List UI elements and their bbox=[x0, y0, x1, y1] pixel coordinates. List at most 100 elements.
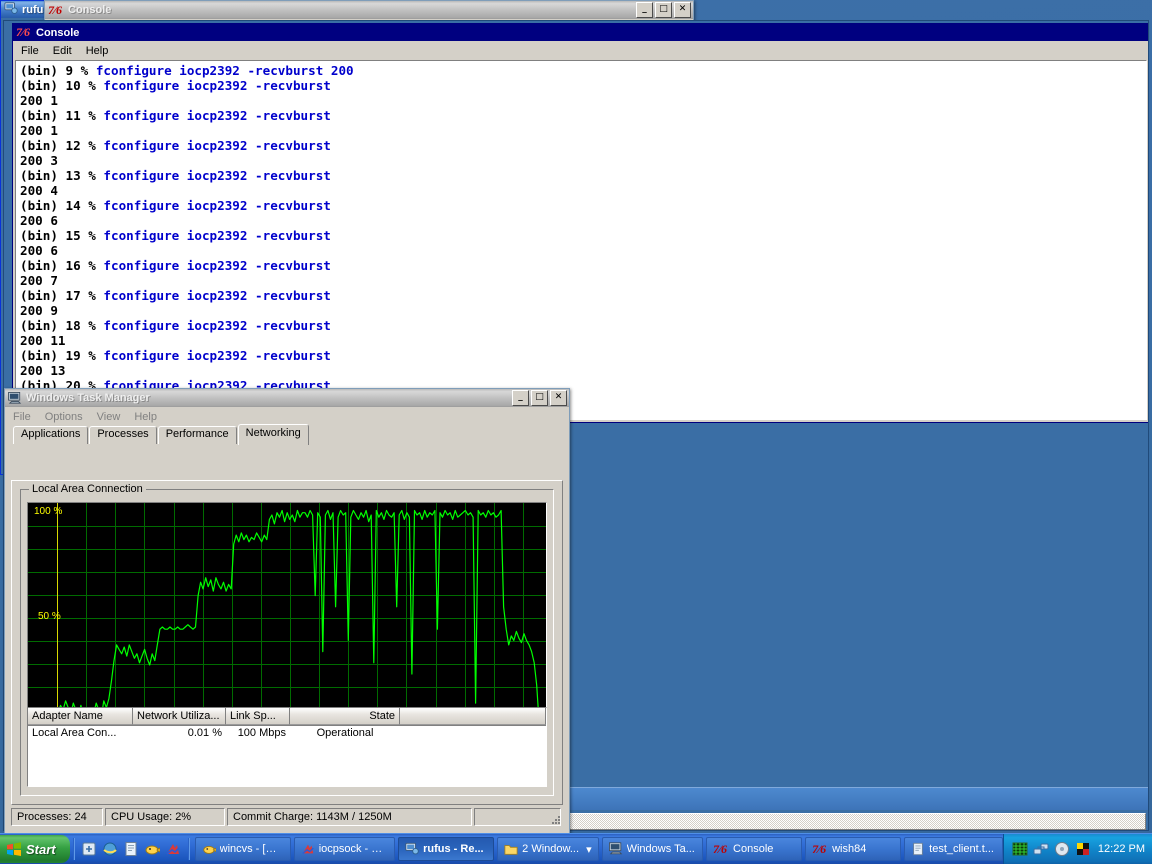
taskbar-item-wincvs[interactable]: wincvs - [C:... bbox=[194, 837, 291, 861]
terminal-line: (bin) 12 % fconfigure iocp2392 -recvburs… bbox=[20, 138, 1146, 153]
chevron-down-icon[interactable]: ▾ bbox=[586, 843, 592, 856]
status-processes: Processes: 24 bbox=[11, 808, 103, 826]
folder-icon bbox=[504, 842, 518, 856]
menu-file[interactable]: File bbox=[15, 44, 45, 58]
terminal-token: fconfigure iocp2392 -recvburst 200 bbox=[95, 63, 354, 78]
terminal-token: 200 3 bbox=[20, 153, 58, 168]
network-connection-tray-icon[interactable] bbox=[1033, 841, 1049, 857]
desktop[interactable]: Ethe... Shortcut to Local D... My Ne... … bbox=[0, 0, 1152, 834]
taskbar-item-iocpsock[interactable]: iocpsock - M... bbox=[293, 837, 396, 861]
task-manager-window[interactable]: Windows Task Manager _ □ ✕ File Options … bbox=[4, 388, 570, 834]
networking-tab-panel: Local Area Connection 100 % 50 % 0 % Ada… bbox=[11, 480, 563, 805]
remote-desktop-icon bbox=[4, 1, 18, 18]
network-monitor-tray-icon[interactable] bbox=[1012, 841, 1028, 857]
resize-grip-icon[interactable] bbox=[548, 812, 562, 826]
taskbar-item-test-client[interactable]: test_client.t... bbox=[904, 837, 1003, 861]
tab-applications[interactable]: Applications bbox=[13, 426, 89, 444]
console-title: Console bbox=[68, 4, 112, 16]
taskbar[interactable]: Start wincvs - [C:... iocpsock - M... ru… bbox=[0, 833, 1152, 864]
terminal-token: 200 4 bbox=[20, 183, 58, 198]
taskbar-item-window-group[interactable]: 2 Window... ▾ bbox=[497, 837, 599, 861]
column-network-utilization[interactable]: Network Utiliza... bbox=[133, 708, 226, 725]
terminal-token: fconfigure iocp2392 -recvburst bbox=[103, 318, 331, 333]
tcl-icon: 7⁄6 bbox=[48, 2, 63, 17]
taskbar-separator bbox=[72, 838, 74, 860]
close-button[interactable]: ✕ bbox=[550, 390, 567, 406]
tab-processes[interactable]: Processes bbox=[89, 426, 157, 444]
taskbar-item-label: wincvs - [C:... bbox=[219, 843, 284, 855]
menu-file[interactable]: File bbox=[7, 410, 37, 424]
wincvs-icon[interactable] bbox=[144, 841, 161, 857]
remote-console-window[interactable]: 7⁄6 Console File Edit Help (bin) 9 % fco… bbox=[12, 23, 1148, 423]
taskbar-item-console[interactable]: 7⁄6 Console bbox=[706, 837, 803, 861]
taskbar-item-label: rufus - Re... bbox=[423, 843, 484, 855]
local-area-connection-group: Local Area Connection 100 % 50 % 0 % Ada… bbox=[20, 483, 554, 796]
terminal-token: 200 6 bbox=[20, 243, 58, 258]
terminal-token: (bin) 14 % bbox=[20, 198, 104, 213]
table-row[interactable]: Local Area Con... 0.01 % 100 Mbps Operat… bbox=[28, 726, 546, 742]
column-link-speed[interactable]: Link Sp... bbox=[226, 708, 290, 725]
menu-options[interactable]: Options bbox=[39, 410, 89, 424]
notepad-icon[interactable] bbox=[123, 841, 139, 857]
terminal-token: (bin) 19 % bbox=[20, 348, 104, 363]
status-commit-charge: Commit Charge: 1143M / 1250M bbox=[227, 808, 472, 826]
taskbar-window-list[interactable]: wincvs - [C:... iocpsock - M... rufus - … bbox=[192, 837, 1003, 861]
minimize-button[interactable]: _ bbox=[512, 390, 529, 406]
terminal-line: (bin) 19 % fconfigure iocp2392 -recvburs… bbox=[20, 348, 1146, 363]
column-state[interactable]: State bbox=[290, 708, 400, 725]
column-adapter-name[interactable]: Adapter Name bbox=[28, 708, 133, 725]
task-manager-titlebar[interactable]: Windows Task Manager _ □ ✕ bbox=[5, 389, 569, 407]
remote-console-titlebar[interactable]: 7⁄6 Console bbox=[13, 24, 1148, 41]
terminal-token: fconfigure iocp2392 -recvburst bbox=[103, 138, 331, 153]
remote-console-client-area[interactable]: (bin) 9 % fconfigure iocp2392 -recvburst… bbox=[15, 60, 1147, 420]
menu-help[interactable]: Help bbox=[128, 410, 163, 424]
tcl-icon: 7⁄6 bbox=[713, 841, 728, 856]
internet-explorer-icon[interactable] bbox=[102, 841, 118, 857]
cell-link-speed: 100 Mbps bbox=[237, 727, 286, 739]
taskbar-item-label: Windows Ta... bbox=[626, 843, 695, 855]
menu-edit[interactable]: Edit bbox=[47, 44, 78, 58]
group-title: Local Area Connection bbox=[29, 483, 146, 495]
show-desktop-icon[interactable] bbox=[81, 841, 97, 857]
terminal-line: (bin) 14 % fconfigure iocp2392 -recvburs… bbox=[20, 198, 1146, 213]
taskbar-item-wish84[interactable]: 7⁄6 wish84 bbox=[805, 837, 902, 861]
terminal-line: 200 3 bbox=[20, 153, 1146, 168]
clock[interactable]: 12:22 PM bbox=[1098, 843, 1145, 855]
cell-network-utilization: 0.01 % bbox=[187, 727, 222, 739]
quick-launch-bar[interactable] bbox=[77, 841, 185, 857]
console-titlebar[interactable]: 7⁄6 Console _ □ ✕ bbox=[45, 1, 693, 19]
tab-performance[interactable]: Performance bbox=[157, 426, 237, 444]
remote-console-menubar[interactable]: File Edit Help bbox=[13, 41, 1148, 60]
terminal-line: 200 6 bbox=[20, 213, 1146, 228]
terminal-line: (bin) 18 % fconfigure iocp2392 -recvburs… bbox=[20, 318, 1146, 333]
start-button[interactable]: Start bbox=[0, 835, 70, 863]
wincvs-icon bbox=[202, 842, 217, 856]
color-app-tray-icon[interactable] bbox=[1075, 841, 1091, 857]
terminal-token: fconfigure iocp2392 -recvburst bbox=[103, 78, 331, 93]
terminal-token: fconfigure iocp2392 -recvburst bbox=[103, 288, 331, 303]
close-button[interactable]: ✕ bbox=[674, 2, 691, 18]
terminal-token: 200 9 bbox=[20, 303, 58, 318]
taskbar-item-task-manager[interactable]: Windows Ta... bbox=[601, 837, 704, 861]
task-manager-icon bbox=[608, 842, 623, 856]
maximize-button[interactable]: □ bbox=[531, 390, 548, 406]
menu-view[interactable]: View bbox=[91, 410, 127, 424]
terminal-line: (bin) 13 % fconfigure iocp2392 -recvburs… bbox=[20, 168, 1146, 183]
remote-console-output[interactable]: (bin) 9 % fconfigure iocp2392 -recvburst… bbox=[16, 61, 1146, 419]
tab-networking[interactable]: Networking bbox=[237, 424, 309, 445]
minimize-button[interactable]: _ bbox=[636, 2, 653, 18]
maximize-button[interactable]: □ bbox=[655, 2, 672, 18]
taskbar-item-label: 2 Window... bbox=[522, 843, 580, 855]
iocpsock-icon[interactable] bbox=[165, 841, 181, 857]
terminal-line: (bin) 16 % fconfigure iocp2392 -recvburs… bbox=[20, 258, 1146, 273]
system-tray[interactable]: 12:22 PM bbox=[1002, 834, 1152, 864]
task-manager-tabs[interactable]: Applications Processes Performance Netwo… bbox=[8, 424, 566, 445]
iocpsock-icon bbox=[301, 842, 315, 856]
cd-burner-tray-icon[interactable] bbox=[1054, 841, 1070, 857]
graph-label-mid: 50 % bbox=[38, 611, 61, 622]
task-manager-statusbar: Processes: 24 CPU Usage: 2% Commit Charg… bbox=[11, 807, 563, 827]
adapter-list-header[interactable]: Adapter Name Network Utiliza... Link Sp.… bbox=[28, 708, 546, 726]
adapter-list[interactable]: Adapter Name Network Utiliza... Link Sp.… bbox=[27, 707, 547, 787]
taskbar-item-rufus[interactable]: rufus - Re... bbox=[398, 837, 495, 861]
menu-help[interactable]: Help bbox=[80, 44, 115, 58]
